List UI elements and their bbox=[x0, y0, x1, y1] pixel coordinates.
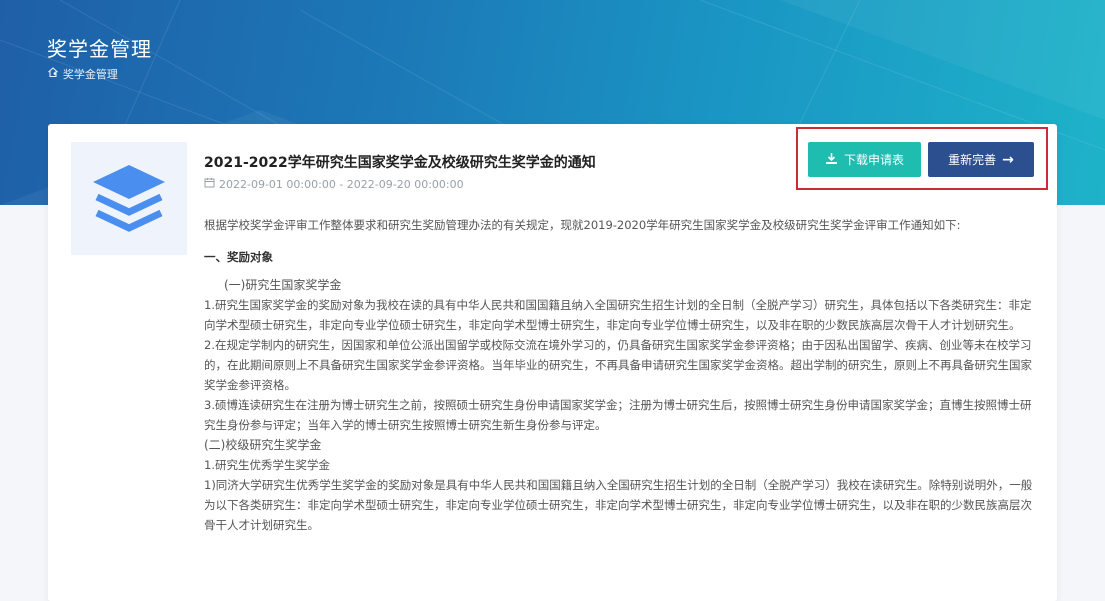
paragraph-3: 3.硕博连读研究生在注册为博士研究生之前，按照硕士研究生身份申请国家奖学金；注册… bbox=[204, 398, 1032, 432]
layers-icon bbox=[93, 164, 165, 232]
breadcrumb: • 奖学金管理 bbox=[47, 66, 118, 82]
calendar-icon bbox=[204, 177, 215, 191]
notice-thumbnail bbox=[71, 142, 187, 255]
notice-title: 2021-2022学年研究生国家奖学金及校级研究生奖学金的通知 bbox=[204, 155, 596, 171]
redo-button[interactable]: 重新完善 → bbox=[928, 142, 1034, 177]
download-icon bbox=[825, 152, 838, 168]
paragraph-4: 1.研究生优秀学生奖学金 bbox=[204, 458, 330, 472]
paragraph-2: 2.在规定学制内的研究生，因国家和单位公派出国留学或校际交流在境外学习的，仍具备… bbox=[204, 338, 1032, 392]
notice-date-range: 2022-09-01 00:00:00 - 2022-09-20 00:00:0… bbox=[219, 177, 464, 191]
notice-date-row: 2022-09-01 00:00:00 - 2022-09-20 00:00:0… bbox=[204, 177, 464, 191]
notice-content: 根据学校奖学金评审工作整体要求和研究生奖励管理办法的有关规定，现就2019-20… bbox=[204, 215, 1039, 535]
arrow-right-icon: → bbox=[1002, 151, 1014, 168]
subheading-national-scholarship: (一)研究生国家奖学金 bbox=[224, 278, 342, 292]
paragraph-5: 1)同济大学研究生优秀学生奖学金的奖励对象是具有中华人民共和国国籍且纳入全国研究… bbox=[204, 478, 1033, 532]
download-application-button[interactable]: 下载申请表 bbox=[808, 142, 921, 177]
breadcrumb-current[interactable]: 奖学金管理 bbox=[63, 66, 118, 82]
redo-button-label: 重新完善 bbox=[948, 153, 997, 167]
subheading-school-scholarship: (二)校级研究生奖学金 bbox=[204, 438, 322, 452]
section-heading-recipients: 一、奖励对象 bbox=[204, 250, 273, 264]
page-title: 奖学金管理 bbox=[47, 37, 152, 61]
content-intro: 根据学校奖学金评审工作整体要求和研究生奖励管理办法的有关规定，现就2019-20… bbox=[204, 218, 961, 232]
paragraph-1: 1.研究生国家奖学金的奖励对象为我校在读的具有中华人民共和国国籍且纳入全国研究生… bbox=[204, 298, 1032, 332]
download-button-label: 下载申请表 bbox=[843, 153, 904, 167]
notice-card: 2021-2022学年研究生国家奖学金及校级研究生奖学金的通知 2022-09-… bbox=[48, 124, 1057, 601]
